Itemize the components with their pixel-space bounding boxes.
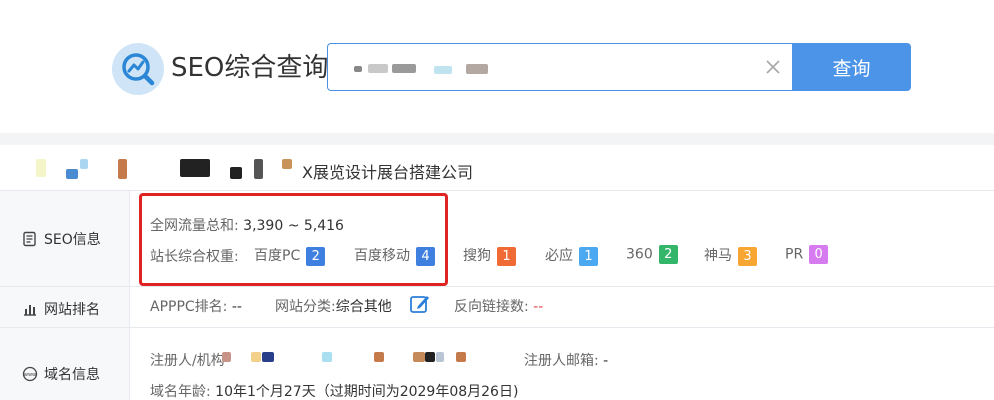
redacted-text	[392, 64, 416, 73]
metric-sogou[interactable]: 搜狗 1	[463, 245, 516, 266]
redacted-text	[254, 159, 263, 179]
seo-label-cell: SEO信息	[0, 191, 130, 287]
company-name: X展览设计展台搭建公司	[302, 163, 473, 182]
divider	[130, 327, 994, 328]
backlinks-value: --	[533, 299, 544, 315]
redacted-text	[425, 352, 435, 362]
search-button[interactable]: 查询	[792, 43, 911, 91]
shenma-badge: 3	[738, 246, 757, 266]
logo	[112, 43, 164, 95]
registrant-email: 注册人邮箱: -	[524, 353, 609, 369]
seo-label: SEO信息	[44, 232, 101, 248]
site-category-value: 综合其他	[335, 299, 392, 315]
rank-label-cell: 网站排名	[0, 287, 130, 328]
backlinks: 反向链接数: --	[454, 299, 544, 315]
site-category: 网站分类:综合其他	[275, 299, 392, 315]
redacted-text	[282, 159, 292, 169]
bing-badge: 1	[579, 246, 598, 266]
redacted-text	[374, 352, 384, 362]
redacted-text	[456, 352, 466, 362]
redacted-text	[230, 167, 242, 179]
pr-badge: 0	[809, 245, 829, 264]
registrant-label: 注册人/机构	[150, 353, 225, 369]
domain-label: 域名信息	[44, 367, 100, 383]
redacted-text	[180, 159, 210, 177]
clear-icon[interactable]	[762, 56, 784, 78]
redacted-text	[36, 159, 46, 177]
redacted-text	[354, 66, 362, 72]
rank-label: 网站排名	[44, 302, 100, 318]
registrant-email-value: -	[603, 353, 609, 369]
redacted-text	[466, 64, 488, 74]
redacted-text	[374, 74, 498, 88]
redacted-text	[66, 169, 78, 179]
document-icon	[23, 231, 36, 247]
redacted-text	[80, 159, 88, 169]
sogou-badge: 1	[497, 246, 516, 266]
bar-chart-icon	[24, 305, 36, 316]
domain-label-cell: www 域名信息	[0, 328, 130, 400]
redacted-text	[368, 64, 388, 73]
metric-pr[interactable]: PR 0	[785, 245, 829, 264]
domain-age: 域名年龄: 10年1个月27天（过期时间为2029年08月26日)	[150, 384, 519, 400]
redacted-text	[413, 352, 425, 362]
redacted-text	[118, 159, 127, 179]
domain-age-value: 10年1个月27天（过期时间为2029年08月26日)	[215, 384, 519, 400]
metric-shenma[interactable]: 神马 3	[704, 245, 757, 266]
redacted-text	[434, 66, 452, 74]
redacted-text	[251, 352, 261, 362]
metric-bing[interactable]: 必应 1	[545, 245, 598, 266]
redacted-text	[262, 352, 274, 362]
redacted-text	[436, 352, 444, 362]
edit-icon[interactable]	[409, 293, 431, 315]
divider	[130, 286, 994, 287]
search-box[interactable]	[327, 43, 792, 91]
360-badge: 2	[658, 245, 678, 264]
svg-text:www: www	[24, 372, 36, 378]
highlight-box	[139, 193, 448, 286]
header: SEO综合查询 查询	[0, 0, 994, 133]
brand-title: SEO综合查询	[171, 53, 329, 83]
metric-360[interactable]: 360 2	[626, 245, 678, 264]
appc-rank-value: --	[231, 299, 242, 315]
appc-rank: APPPC排名: --	[150, 299, 242, 315]
www-globe-icon: www	[22, 366, 38, 382]
redacted-text	[322, 352, 332, 362]
magnifier-chart-icon	[122, 53, 155, 86]
redacted-text	[222, 352, 231, 362]
company-row: X展览设计展台搭建公司	[0, 145, 994, 191]
